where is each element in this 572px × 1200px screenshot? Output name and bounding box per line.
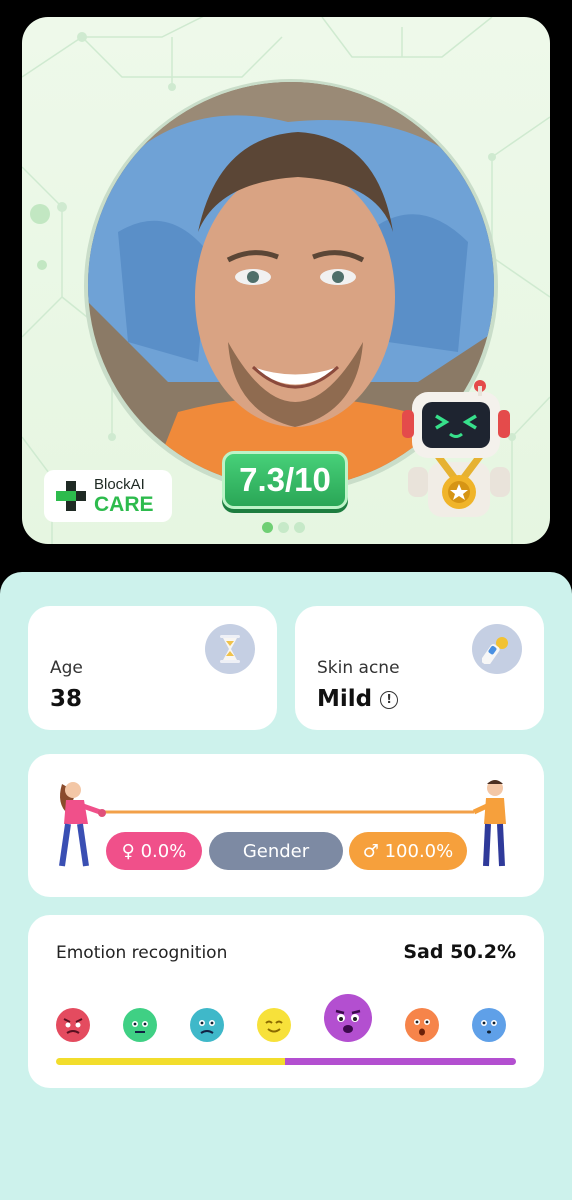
age-card: Age 38	[28, 606, 277, 730]
medical-cross-icon	[56, 481, 86, 511]
emotion-bar-fill	[56, 1058, 286, 1065]
happy-face-icon[interactable]	[257, 1008, 291, 1042]
robot-mascot-icon	[402, 380, 510, 517]
sad-face-icon[interactable]	[324, 994, 372, 1042]
emotion-title: Emotion recognition	[56, 943, 228, 963]
hourglass-icon	[205, 624, 255, 674]
female-figure-icon	[59, 782, 106, 867]
female-percentage-pill: ♀ 0.0%	[106, 832, 202, 870]
gender-card: ♀ 0.0% Gender ♂ 100.0%	[28, 754, 544, 897]
carousel-dot[interactable]	[294, 522, 305, 533]
gender-label-pill: Gender	[209, 832, 343, 870]
results-panel: Age 38 Skin acne Mild! ♀ 0.0% Gender ♂ 1…	[0, 572, 572, 1200]
carousel-dot[interactable]	[278, 522, 289, 533]
carousel-dot[interactable]	[262, 522, 273, 533]
brand-care: CARE	[94, 493, 154, 516]
analysis-hero-card[interactable]: BlockAI CARE 7.3/10	[22, 17, 550, 544]
neutral-face-icon[interactable]	[472, 1008, 506, 1042]
carousel-indicator[interactable]	[262, 522, 305, 533]
tug-of-war-illustration	[59, 780, 506, 867]
blockai-care-logo: BlockAI CARE	[44, 470, 172, 522]
score-badge: 7.3/10	[222, 451, 348, 509]
emotion-result: Sad 50.2%	[403, 941, 516, 963]
male-percentage-pill: ♂ 100.0%	[349, 832, 467, 870]
sunscreen-icon	[472, 624, 522, 674]
skin-acne-card[interactable]: Skin acne Mild!	[295, 606, 544, 730]
angry-face-icon[interactable]	[56, 1008, 90, 1042]
age-value: 38	[50, 686, 83, 712]
age-label: Age	[50, 658, 83, 678]
skin-acne-label: Skin acne	[317, 658, 400, 678]
disgust-face-icon[interactable]	[123, 1008, 157, 1042]
emotion-card: Emotion recognition Sad 50.2%	[28, 915, 544, 1088]
surprise-face-icon[interactable]	[405, 1008, 439, 1042]
male-figure-icon	[472, 780, 506, 867]
emotion-bar-remainder	[285, 1058, 516, 1065]
fear-face-icon[interactable]	[190, 1008, 224, 1042]
emotion-progress-bar	[56, 1058, 516, 1065]
skin-acne-value: Mild	[317, 686, 373, 712]
info-icon[interactable]: !	[380, 691, 399, 709]
brand-name: BlockAI	[94, 476, 145, 493]
